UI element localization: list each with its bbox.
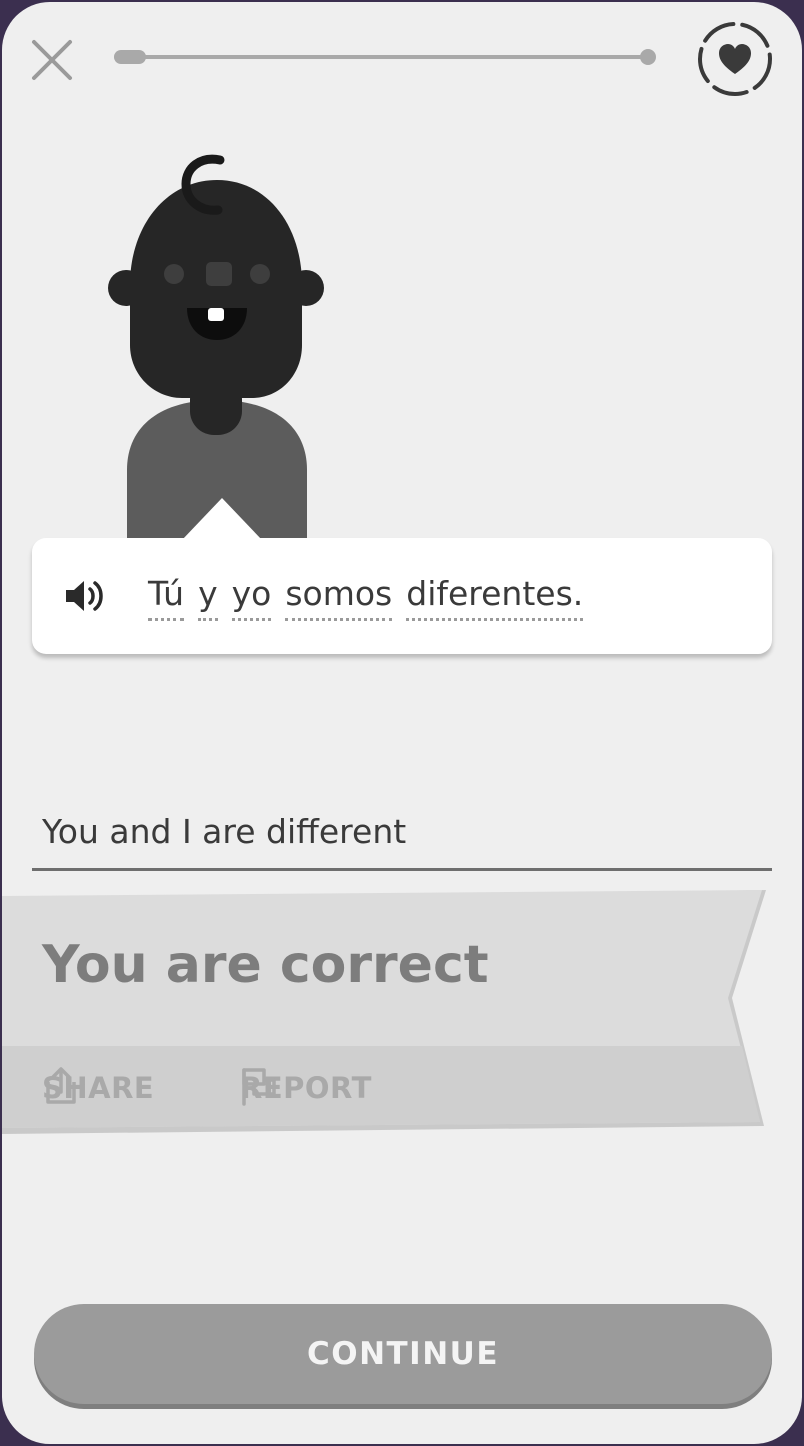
share-button[interactable]: SHARE: [42, 1066, 154, 1110]
bubble-tail: [182, 498, 262, 540]
report-button[interactable]: REPORT: [240, 1066, 372, 1110]
close-button[interactable]: [28, 36, 76, 84]
feedback-ribbon: You are correct SHARE REPORT: [2, 890, 802, 1140]
speaker-icon: [66, 581, 103, 611]
answer-text[interactable]: You and I are different: [42, 810, 406, 854]
close-icon: [32, 40, 72, 80]
heart-icon: [698, 22, 772, 96]
lesson-screen: Tú y yo somos diferentes. You and I are …: [2, 2, 802, 1444]
prompt-word[interactable]: yo: [231, 574, 272, 621]
feedback-verdict: You are correct: [42, 935, 489, 995]
progress-end-marker: [640, 49, 656, 65]
lesson-progress-bar: [114, 49, 656, 65]
flag-icon: [242, 1068, 276, 1106]
play-audio-button[interactable]: [64, 576, 110, 616]
prompt-bubble: Tú y yo somos diferentes.: [32, 498, 772, 654]
answer-underline: [32, 868, 772, 871]
prompt-word[interactable]: Tú: [148, 574, 185, 621]
hearts-button[interactable]: [694, 18, 776, 100]
progress-fill: [114, 50, 146, 64]
character-illustration: [102, 150, 332, 542]
share-icon: [46, 1067, 76, 1104]
prompt-word[interactable]: diferentes.: [406, 574, 584, 621]
prompt-sentence: Tú y yo somos diferentes.: [148, 574, 584, 621]
continue-button[interactable]: CONTINUE: [34, 1304, 772, 1404]
prompt-word[interactable]: somos: [285, 574, 393, 621]
prompt-word[interactable]: y: [198, 574, 218, 621]
